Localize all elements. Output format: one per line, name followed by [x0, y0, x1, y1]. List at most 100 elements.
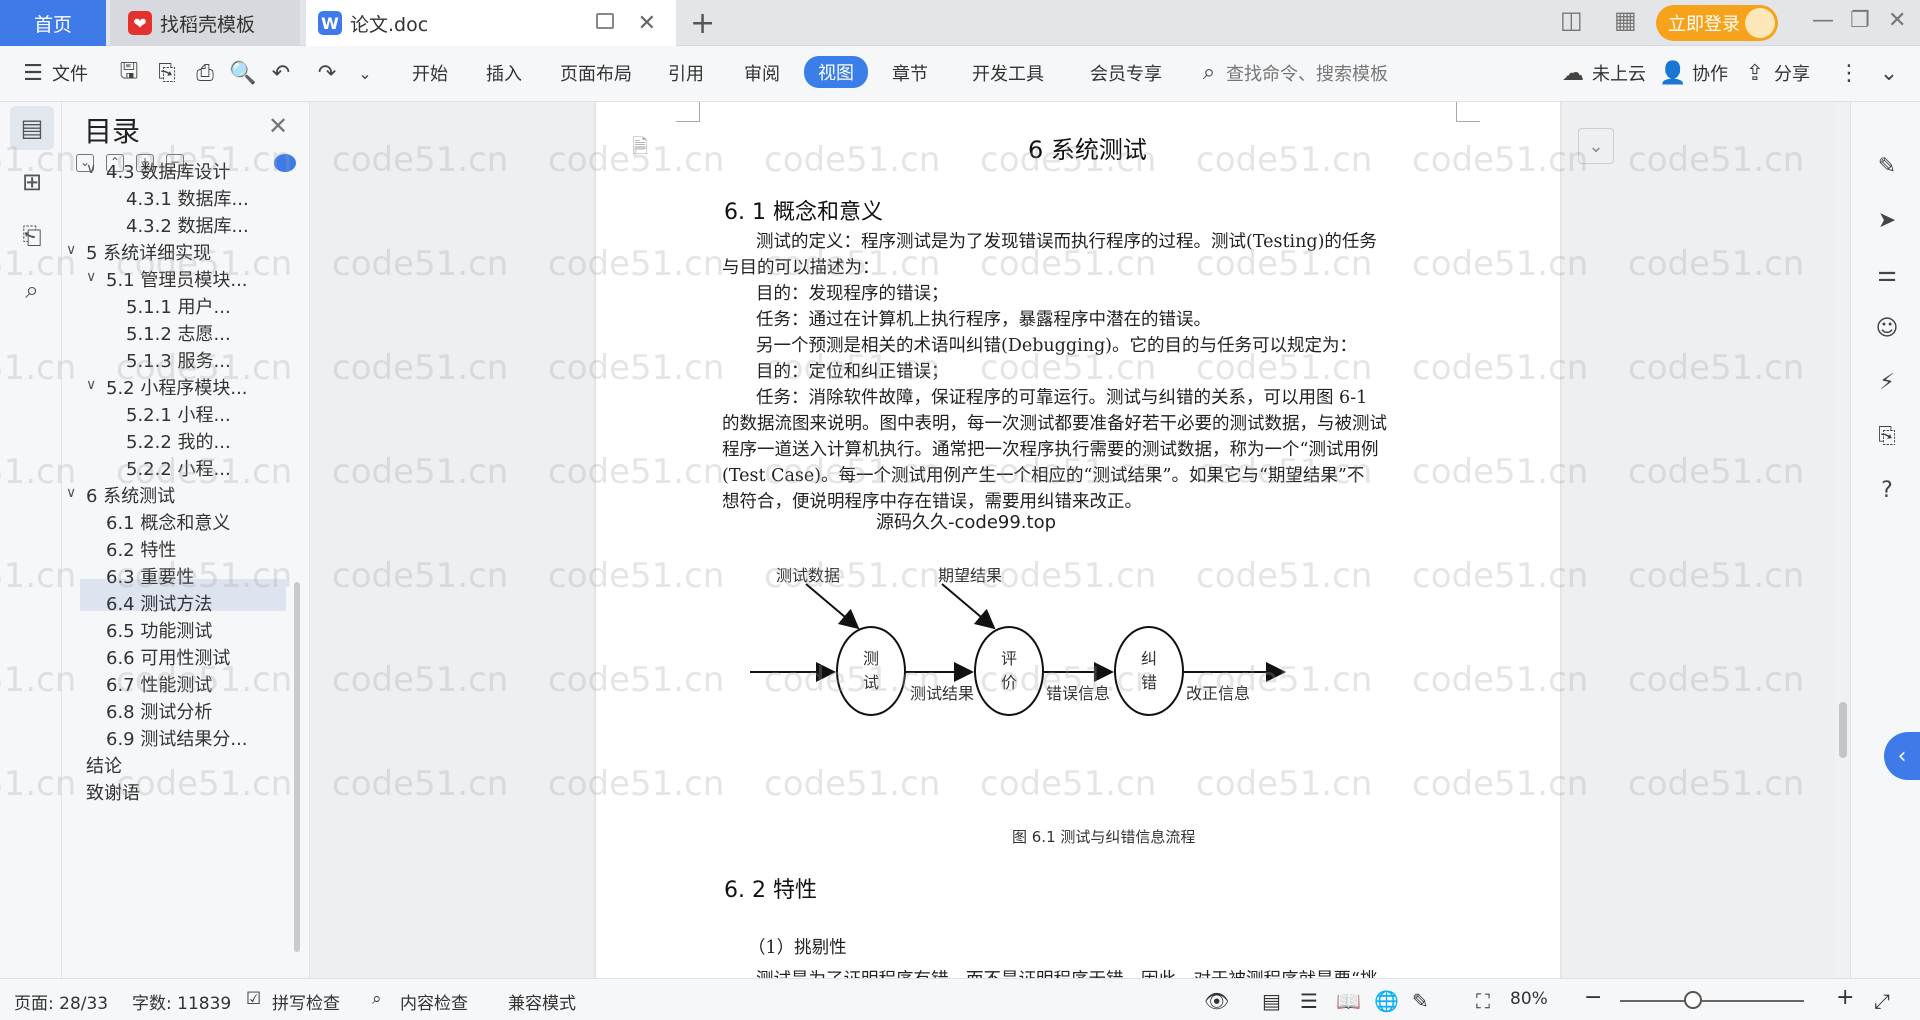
menu-file[interactable]: 文件	[52, 60, 88, 86]
toc-item[interactable]: 6.5 功能测试	[106, 617, 212, 643]
bolt-icon[interactable]: ⚡	[1873, 368, 1901, 396]
close-window-icon[interactable]: ✕	[1888, 8, 1906, 33]
content-check-button[interactable]: 内容检查	[400, 989, 468, 1014]
apps-grid-icon[interactable]: ▦	[1614, 6, 1637, 34]
outline-icon[interactable]: ☰	[1300, 989, 1318, 1013]
menu-member[interactable]: 会员专享	[1090, 60, 1162, 86]
toc-expand-arrow-icon[interactable]: ∨	[86, 377, 96, 393]
toc-item[interactable]: 6.7 性能测试	[106, 671, 212, 697]
toc-item[interactable]: 5.2.2 我的...	[126, 428, 231, 454]
toc-item[interactable]: 5.2 小程序模块...	[106, 374, 248, 400]
word-count[interactable]: 字数: 11839	[132, 989, 231, 1014]
menu-references[interactable]: 引用	[668, 60, 704, 86]
hamburger-icon[interactable]: ☰	[20, 60, 46, 86]
nav-icon[interactable]: ⊞	[18, 168, 46, 196]
more-icon[interactable]: ⋮	[1836, 60, 1862, 86]
book-search-icon[interactable]: ⎘	[1873, 422, 1901, 450]
help-icon[interactable]: ?	[1873, 476, 1901, 504]
toc-item[interactable]: 5.1.2 志愿...	[126, 320, 231, 346]
toc-item[interactable]: 6.1 概念和意义	[106, 509, 230, 535]
toc-item[interactable]: 6.3 重要性	[106, 563, 194, 589]
page-indicator[interactable]: 页面: 28/33	[14, 989, 108, 1014]
save-icon[interactable]: 🖫	[116, 59, 142, 86]
toc-icon[interactable]: ▤	[18, 114, 46, 142]
login-button[interactable]: 立即登录	[1656, 5, 1778, 41]
toc-expand-arrow-icon[interactable]: ∨	[86, 161, 96, 177]
toc-item[interactable]: 6 系统测试	[86, 482, 175, 508]
print-preview-icon[interactable]: 🔍	[229, 60, 256, 86]
zoom-slider[interactable]	[1620, 1000, 1804, 1002]
toc-item[interactable]: 5 系统详细实现	[86, 239, 211, 265]
close-tab-icon[interactable]: ✕	[638, 11, 656, 36]
toc-smart-icon[interactable]	[274, 154, 296, 172]
page-menu-icon[interactable]: 🗎	[632, 132, 648, 166]
export-pdf-icon[interactable]: ⎘	[154, 60, 180, 86]
toc-item[interactable]: 4.3.1 数据库...	[126, 185, 249, 211]
toc-item[interactable]: 6.9 测试结果分...	[106, 725, 248, 751]
toc-item[interactable]: 结论	[86, 752, 122, 778]
menu-chapter[interactable]: 章节	[892, 60, 928, 86]
new-tab-button[interactable]: +	[690, 6, 715, 41]
fit-page-icon[interactable]: ⛶	[1476, 989, 1490, 1013]
restore-icon[interactable]: ❐	[1850, 8, 1870, 33]
toc-item[interactable]: 致谢语	[86, 779, 140, 805]
vertical-scrollbar[interactable]	[1836, 102, 1850, 978]
layout-icon[interactable]: ◫	[1560, 6, 1583, 34]
ai-icon[interactable]: ☺	[1873, 314, 1901, 342]
pen-icon[interactable]: ✎	[1873, 152, 1901, 180]
write-mode-icon[interactable]: ✎	[1412, 989, 1429, 1013]
zoom-level[interactable]: 80%	[1510, 989, 1548, 1009]
print-icon[interactable]: ⎙	[192, 60, 218, 86]
toc-item[interactable]: 5.2.1 小程...	[126, 401, 231, 427]
collapse-ribbon-icon[interactable]: ⌄	[1876, 60, 1902, 86]
toc-item[interactable]: 4.3.2 数据库...	[126, 212, 249, 238]
sliders-icon[interactable]: ⚌	[1873, 260, 1901, 288]
minimize-icon[interactable]: —	[1812, 8, 1834, 33]
collab-button[interactable]: 协作	[1692, 60, 1728, 86]
more-dropdown-icon[interactable]: ⌄	[352, 60, 378, 86]
filter-icon[interactable]: ⌄	[1578, 128, 1614, 164]
command-search[interactable]: 查找命令、搜索模板	[1226, 60, 1388, 86]
toc-item[interactable]: 6.4 测试方法	[106, 590, 212, 616]
toc-expand-arrow-icon[interactable]: ∨	[66, 485, 76, 501]
bookmark-icon[interactable]: ⎗	[18, 222, 46, 250]
toc-expand-arrow-icon[interactable]: ∨	[66, 242, 76, 258]
close-icon[interactable]: ✕	[268, 112, 288, 140]
screen-icon[interactable]	[596, 13, 614, 29]
redo-icon[interactable]: ↷	[314, 60, 340, 86]
toc-item[interactable]: 5.1 管理员模块...	[106, 266, 248, 292]
web-view-icon[interactable]: 🌐	[1374, 989, 1399, 1013]
toc-item[interactable]: 5.2.2 小程...	[126, 455, 231, 481]
toc-expand-arrow-icon[interactable]: ∨	[86, 269, 96, 285]
fullscreen-icon[interactable]: ⤢	[1874, 989, 1890, 1013]
menu-view[interactable]: 视图	[804, 56, 868, 88]
read-mode-icon[interactable]: 📖	[1336, 989, 1361, 1013]
toc-scrollbar[interactable]	[294, 582, 300, 952]
menu-dev-tools[interactable]: 开发工具	[972, 60, 1044, 86]
spell-check-button[interactable]: 拼写检查	[272, 989, 340, 1014]
menu-insert[interactable]: 插入	[486, 60, 522, 86]
toc-item[interactable]: 6.8 测试分析	[106, 698, 212, 724]
undo-icon[interactable]: ↶	[268, 60, 294, 86]
pointer-icon[interactable]: ➤	[1873, 206, 1901, 234]
scroll-thumb[interactable]	[1839, 702, 1847, 758]
share-button[interactable]: 分享	[1774, 60, 1810, 86]
toc-item[interactable]: 5.1.3 服务...	[126, 347, 231, 373]
menu-page-layout[interactable]: 页面布局	[560, 60, 632, 86]
toc-item[interactable]: 5.1.1 用户...	[126, 293, 231, 319]
cloud-status[interactable]: 未上云	[1592, 60, 1646, 86]
page-view-icon[interactable]: ▤	[1262, 989, 1281, 1013]
menu-start[interactable]: 开始	[412, 60, 448, 86]
find-icon[interactable]: ⌕	[18, 276, 46, 304]
tab-document[interactable]: W 论文.doc ✕	[306, 0, 676, 46]
toc-item[interactable]: 6.6 可用性测试	[106, 644, 230, 670]
menu-review[interactable]: 审阅	[744, 60, 780, 86]
toc-item[interactable]: 6.2 特性	[106, 536, 176, 562]
zoom-slider-knob[interactable]	[1684, 991, 1702, 1009]
tab-daoke[interactable]: ❤ 找稻壳模板	[110, 0, 300, 46]
zoom-out-icon[interactable]: −	[1584, 985, 1602, 1010]
tab-home[interactable]: 首页	[0, 0, 106, 46]
eye-icon[interactable]: 👁	[1204, 989, 1229, 1013]
toc-item[interactable]: 4.3 数据库设计	[106, 158, 230, 184]
zoom-in-icon[interactable]: +	[1836, 985, 1854, 1010]
